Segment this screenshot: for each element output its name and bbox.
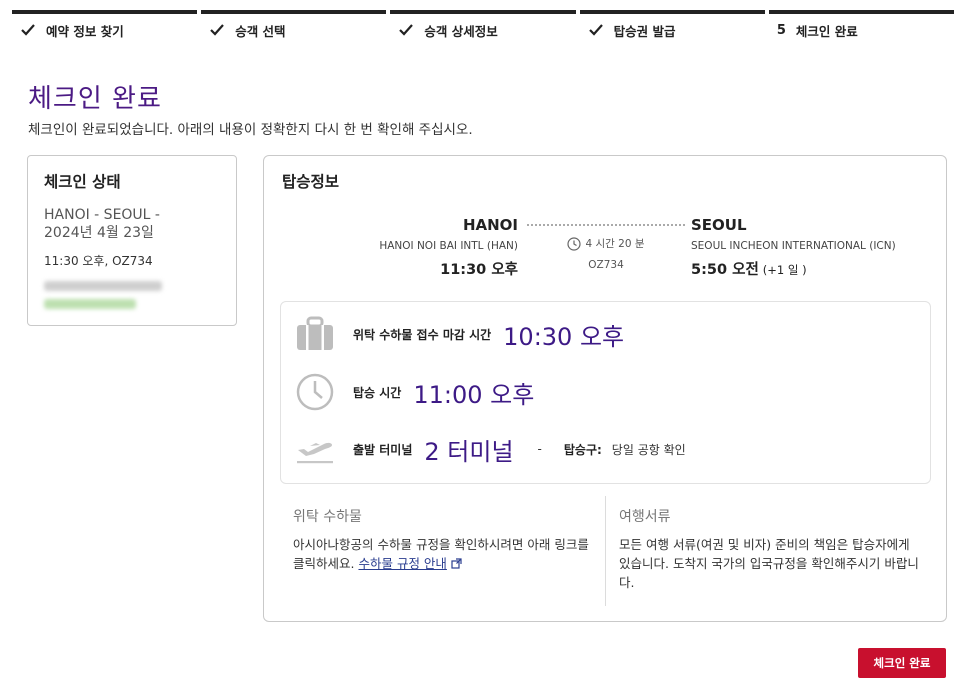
departure-city: HANOI [462, 216, 518, 234]
arrival-airport: SEOUL INCHEON INTERNATIONAL (ICN) [691, 240, 896, 252]
route-text: HANOI - SEOUL - 2024년 4월 23일 [44, 206, 220, 242]
step-label: 승객 선택 [235, 23, 286, 39]
baggage-note: 위탁 수하물 아시아나항공의 수하물 규정을 확인하시려면 아래 링크를 클릭하… [293, 508, 593, 573]
boarding-info-title: 탑승정보 [282, 173, 340, 191]
step-label: 승객 상세정보 [424, 23, 498, 39]
departure-time: 11:30 오후 [440, 262, 518, 278]
external-link-icon [451, 558, 462, 569]
baggage-policy-link[interactable]: 수하물 규정 안내 [358, 556, 446, 571]
checkmark-icon [210, 24, 225, 36]
departure-airport: HANOI NOI BAI INTL (HAN) [379, 240, 518, 252]
route-line: HANOI - SEOUL - [44, 207, 160, 223]
step-passenger-details: 승객 상세정보 [390, 10, 576, 46]
route-connector [527, 224, 685, 226]
flight-time-number: 11:30 오후, OZ734 [44, 254, 153, 268]
page-subtitle: 체크인이 완료되었습니다. 아래의 내용이 정확한지 다시 한 번 확인해 주십… [28, 122, 473, 138]
travel-documents-text: 모든 여행 서류(여권 및 비자) 준비의 책임은 탑승자에게 있습니다. 도착… [619, 537, 919, 590]
gate-label: 탑승구: [563, 442, 602, 457]
checkmark-icon [21, 24, 35, 36]
boarding-time-label: 탑승 시간 [353, 385, 402, 400]
checkmark-icon [588, 24, 603, 36]
checkin-complete-button[interactable]: 체크인 완료 [858, 648, 946, 678]
boarding-time-row: 탑승 시간 11:00 오후 [293, 372, 534, 412]
arrival-time: 5:50 오전 [691, 262, 759, 278]
step-find-reservation: 예약 정보 찾기 [12, 10, 198, 46]
terminal-value: 2 터미널 [424, 437, 514, 466]
boarding-details-box: 위탁 수하물 접수 마감 시간 10:30 오후 탑승 시간 11:00 오후 … [280, 301, 931, 484]
arrival-day-offset: (+1 일 ) [762, 263, 807, 277]
route-date: 2024년 4월 23일 [44, 225, 154, 241]
checkin-status-card: 체크인 상태 HANOI - SEOUL - 2024년 4월 23일 11:3… [27, 155, 237, 326]
baggage-note-title: 위탁 수하물 [293, 509, 362, 525]
step-boarding-pass: 탑승권 발급 [579, 10, 765, 46]
clock-icon [293, 372, 337, 412]
checkmark-icon [399, 24, 414, 36]
page-title: 체크인 완료 [28, 84, 162, 114]
step-checkin-complete: 5 체크인 완료 [768, 10, 955, 46]
notes-divider [605, 496, 606, 606]
step-label: 탑승권 발급 [613, 23, 676, 39]
travel-documents-note: 여행서류 모든 여행 서류(여권 및 비자) 준비의 책임은 탑승자에게 있습니… [619, 508, 919, 592]
departure-plane-icon [293, 429, 337, 469]
terminal-label: 출발 터미널 [353, 442, 413, 457]
step-label: 예약 정보 찾기 [46, 23, 124, 39]
step-label: 체크인 완료 [795, 23, 858, 39]
clock-icon [567, 236, 582, 251]
step-number: 5 [776, 22, 786, 38]
arrival-info: SEOUL SEOUL INCHEON INTERNATIONAL (ICN) … [691, 216, 896, 279]
travel-documents-title: 여행서류 [619, 509, 671, 525]
separator-dash: - [537, 442, 542, 456]
flight-number: OZ734 [588, 259, 624, 271]
progress-steps: 예약 정보 찾기 승객 선택 승객 상세정보 탑승권 발급 5 체크인 완료 [12, 10, 955, 46]
boarding-info-card: 탑승정보 HANOI HANOI NOI BAI INTL (HAN) 11:3… [263, 155, 947, 622]
arrival-city: SEOUL [691, 216, 747, 234]
suitcase-icon [293, 314, 337, 354]
baggage-deadline-value: 10:30 오후 [503, 322, 625, 351]
passenger-name-redacted [44, 281, 162, 291]
baggage-deadline-label: 위탁 수하물 접수 마감 시간 [353, 327, 492, 342]
flight-duration-info: 4 시간 20 분 OZ734 [561, 236, 651, 271]
gate-value: 당일 공항 확인 [611, 442, 686, 457]
flight-duration: 4 시간 20 분 [585, 238, 645, 250]
terminal-row: 출발 터미널 2 터미널 - 탑승구: 당일 공항 확인 [293, 429, 686, 469]
status-card-title: 체크인 상태 [44, 173, 121, 191]
checkin-status-redacted [44, 299, 136, 309]
departure-info: HANOI HANOI NOI BAI INTL (HAN) 11:30 오후 [379, 216, 518, 279]
baggage-deadline-row: 위탁 수하물 접수 마감 시간 10:30 오후 [293, 314, 624, 354]
step-select-passenger: 승객 선택 [201, 10, 387, 46]
boarding-time-value: 11:00 오후 [413, 380, 535, 409]
